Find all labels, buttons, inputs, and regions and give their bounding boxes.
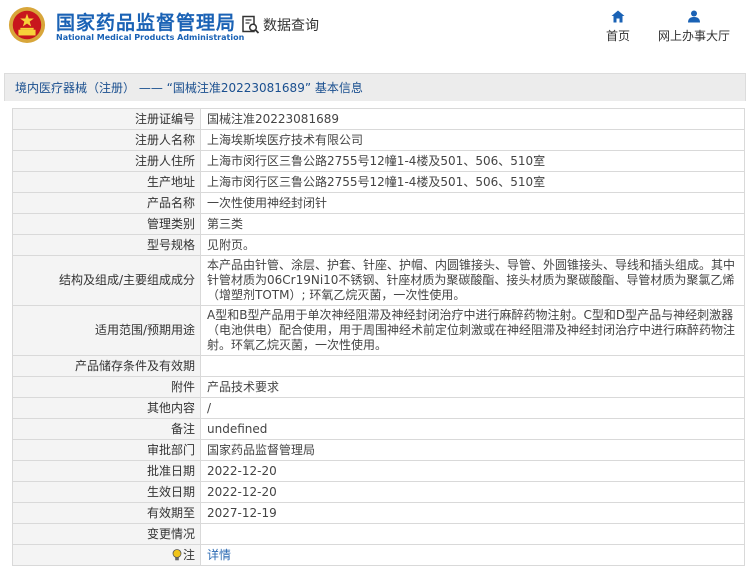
row-value: /: [200, 397, 745, 419]
row-label: 适用范围/预期用途: [12, 305, 201, 356]
search-document-icon: [242, 15, 260, 34]
details-link[interactable]: 详情: [207, 548, 231, 562]
row-label: 注册人住所: [12, 150, 201, 172]
registration-info-table: 注册证编号 国械注准20223081689 注册人名称 上海埃斯埃医疗技术有限公…: [12, 108, 745, 566]
row-label: 注册人名称: [12, 129, 201, 151]
table-row: 注册人名称 上海埃斯埃医疗技术有限公司: [12, 129, 745, 151]
table-row: 适用范围/预期用途 A型和B型产品用于单次神经阻滞及神经封闭治疗中进行麻醉药物注…: [12, 305, 745, 356]
row-label: 生产地址: [12, 171, 201, 193]
row-value: 详情: [200, 544, 745, 566]
row-label: 生效日期: [12, 481, 201, 503]
row-value: [200, 523, 745, 545]
row-label: 备注: [12, 418, 201, 440]
row-value: 上海市闵行区三鲁公路2755号12幢1-4楼及501、506、510室: [200, 150, 745, 172]
table-row: 管理类别 第三类: [12, 213, 745, 235]
note-label: 注: [182, 547, 195, 562]
user-icon: [688, 10, 700, 23]
nav-home-label: 首页: [605, 29, 630, 43]
row-value: 2027-12-19: [200, 502, 745, 524]
row-label: 附件: [12, 376, 201, 398]
site-title-en[interactable]: National Medical Products Administration: [56, 33, 244, 42]
data-query-label: 数据查询: [263, 18, 319, 34]
row-label: 结构及组成/主要组成成分: [12, 255, 201, 306]
row-value: 上海埃斯埃医疗技术有限公司: [200, 129, 745, 151]
home-icon: [611, 10, 625, 23]
row-value: 上海市闵行区三鲁公路2755号12幢1-4楼及501、506、510室: [200, 171, 745, 193]
table-row: 注册证编号 国械注准20223081689: [12, 108, 745, 130]
row-label: 批准日期: [12, 460, 201, 482]
row-value: 本产品由针管、涂层、护套、针座、护帽、内圆锥接头、导管、外圆锥接头、导线和插头组…: [200, 255, 745, 306]
row-label: 变更情况: [12, 523, 201, 545]
site-header: 国家药品监督管理局 National Medical Products Admi…: [0, 0, 747, 58]
row-label: 产品储存条件及有效期: [12, 355, 201, 377]
table-row: 结构及组成/主要组成成分 本产品由针管、涂层、护套、针座、护帽、内圆锥接头、导管…: [12, 255, 745, 306]
row-value: 国家药品监督管理局: [200, 439, 745, 461]
table-row: 备注 undefined: [12, 418, 745, 440]
row-label: 管理类别: [12, 213, 201, 235]
table-row: 型号规格 见附页。: [12, 234, 745, 256]
row-value: undefined: [200, 418, 745, 440]
lightbulb-icon: [172, 549, 182, 561]
table-row: 有效期至 2027-12-19: [12, 502, 745, 524]
nav-home[interactable]: 首页: [600, 10, 636, 44]
nav-online-office-label: 网上办事大厅: [657, 29, 730, 43]
row-value: A型和B型产品用于单次神经阻滞及神经封闭治疗中进行麻醉药物注射。C型和D型产品与…: [200, 305, 745, 356]
table-row: 产品名称 一次性使用神经封闭针: [12, 192, 745, 214]
row-label: 有效期至: [12, 502, 201, 524]
table-row: 生产地址 上海市闵行区三鲁公路2755号12幢1-4楼及501、506、510室: [12, 171, 745, 193]
table-row-note: 注 详情: [12, 544, 745, 566]
row-label: 型号规格: [12, 234, 201, 256]
breadcrumb-text: 境内医疗器械（注册） —— “国械注准20223081689” 基本信息: [15, 81, 363, 95]
row-value: [200, 355, 745, 377]
row-value: 第三类: [200, 213, 745, 235]
site-title-cn[interactable]: 国家药品监督管理局: [56, 8, 236, 35]
national-emblem-icon[interactable]: [8, 6, 46, 44]
row-label: 产品名称: [12, 192, 201, 214]
row-label: 其他内容: [12, 397, 201, 419]
breadcrumb: 境内医疗器械（注册） —— “国械注准20223081689” 基本信息: [4, 73, 746, 101]
table-row: 产品储存条件及有效期: [12, 355, 745, 377]
nav-online-office[interactable]: 网上办事大厅: [654, 10, 734, 44]
table-row: 附件 产品技术要求: [12, 376, 745, 398]
row-value: 国械注准20223081689: [200, 108, 745, 130]
row-value: 2022-12-20: [200, 481, 745, 503]
table-row: 变更情况: [12, 523, 745, 545]
note-label-cell: 注: [12, 544, 201, 566]
row-value: 一次性使用神经封闭针: [200, 192, 745, 214]
table-row: 其他内容 /: [12, 397, 745, 419]
table-row: 注册人住所 上海市闵行区三鲁公路2755号12幢1-4楼及501、506、510…: [12, 150, 745, 172]
row-value: 产品技术要求: [200, 376, 745, 398]
row-label: 注册证编号: [12, 108, 201, 130]
table-row: 生效日期 2022-12-20: [12, 481, 745, 503]
data-query-link[interactable]: 数据查询: [241, 14, 319, 36]
table-row: 审批部门 国家药品监督管理局: [12, 439, 745, 461]
row-label: 审批部门: [12, 439, 201, 461]
row-value: 见附页。: [200, 234, 745, 256]
table-row: 批准日期 2022-12-20: [12, 460, 745, 482]
row-value: 2022-12-20: [200, 460, 745, 482]
